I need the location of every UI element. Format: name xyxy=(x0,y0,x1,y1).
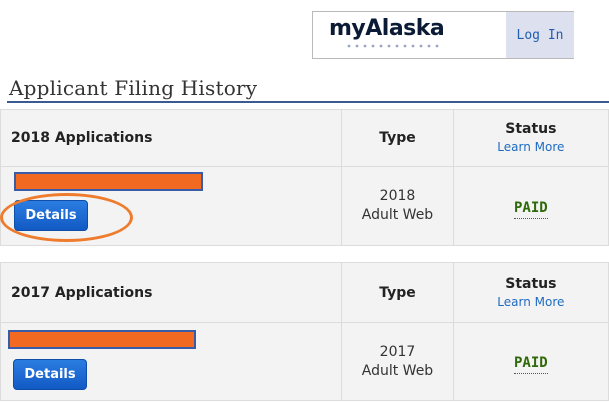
status-cell: PAID xyxy=(452,322,609,401)
logo-text: myAlaska xyxy=(329,16,445,41)
type-header: Type xyxy=(341,109,454,167)
status-cell: PAID xyxy=(452,166,609,246)
myalaska-logo: myAlaska xyxy=(317,16,503,54)
year-heading-cell: 2018 Applications xyxy=(0,109,343,167)
type-year: 2017 xyxy=(379,343,416,360)
page-title: Applicant Filing History xyxy=(9,76,258,100)
details-button[interactable]: Details xyxy=(13,359,87,390)
annotation-circle xyxy=(0,193,133,242)
status-header-cell: Status Learn More xyxy=(452,109,609,167)
status-header: Status xyxy=(505,275,557,292)
login-box: myAlaska Log In xyxy=(312,11,574,59)
type-cell: 2017 Adult Web xyxy=(341,322,454,401)
status-header-cell: Status Learn More xyxy=(452,262,609,323)
year-heading-cell: 2017 Applications xyxy=(0,262,343,323)
login-button[interactable]: Log In xyxy=(506,12,574,58)
learn-more-link[interactable]: Learn More xyxy=(497,293,564,311)
status-badge[interactable]: PAID xyxy=(514,199,548,219)
type-header: Type xyxy=(341,262,454,323)
redacted-name xyxy=(14,172,203,191)
title-divider xyxy=(7,101,609,103)
year-heading: 2017 Applications xyxy=(11,284,153,301)
type-kind: Adult Web xyxy=(361,362,434,379)
status-badge[interactable]: PAID xyxy=(514,355,548,374)
logo-dots-icon xyxy=(347,44,439,48)
year-heading: 2018 Applications xyxy=(11,130,153,146)
table-header-row: 2018 Applications Type Status Learn More xyxy=(0,109,609,167)
learn-more-link[interactable]: Learn More xyxy=(497,138,564,156)
table-header-row: 2017 Applications Type Status Learn More xyxy=(0,262,609,323)
redacted-name xyxy=(8,330,196,349)
type-year: 2018 xyxy=(379,188,416,204)
type-kind: Adult Web xyxy=(361,207,434,223)
type-cell: 2018 Adult Web xyxy=(341,166,454,246)
status-header: Status xyxy=(505,121,557,137)
